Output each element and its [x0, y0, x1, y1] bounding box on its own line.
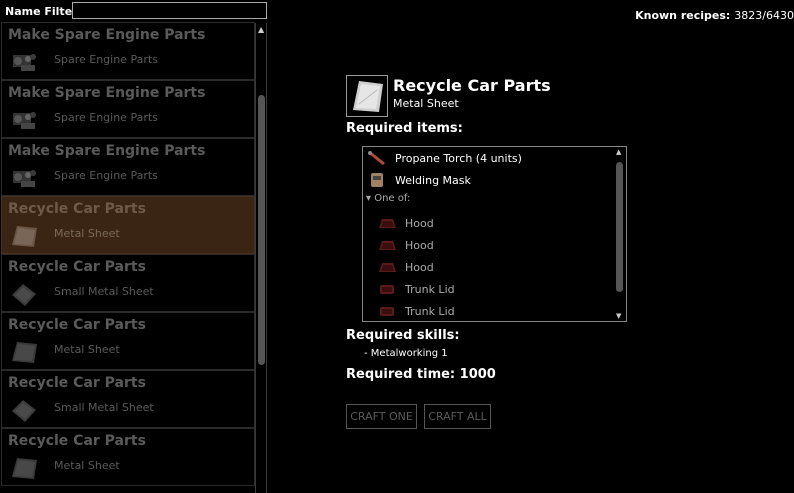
scroll-thumb[interactable] — [258, 95, 265, 365]
small-metal-sheet-icon — [12, 400, 36, 422]
result-item-icon-box — [346, 75, 388, 117]
hood-icon — [379, 263, 396, 272]
recipe-detail-title: Recycle Car Parts — [393, 76, 551, 95]
recipe-result: Small Metal Sheet — [54, 285, 154, 298]
required-items-list: Propane Torch (4 units) Welding Mask ▾ O… — [362, 146, 627, 322]
one-of-item: Hood — [377, 213, 434, 233]
scroll-down-arrow-icon[interactable]: ▼ — [616, 312, 621, 320]
recipe-result: Spare Engine Parts — [54, 169, 158, 182]
required-items-scrollbar[interactable]: ▲ ▼ — [615, 148, 625, 320]
one-of-item-label: Hood — [405, 216, 434, 230]
trunk-lid-icon — [380, 285, 394, 294]
recipe-item-selected[interactable]: Recycle Car Parts Metal Sheet — [1, 196, 255, 254]
recipe-result: Metal Sheet — [54, 459, 120, 472]
recipe-title: Make Spare Engine Parts — [8, 27, 206, 43]
one-of-item: Trunk Lid — [377, 279, 455, 299]
recipe-title: Recycle Car Parts — [8, 317, 146, 333]
hood-icon — [379, 241, 396, 250]
recipe-title: Make Spare Engine Parts — [8, 143, 206, 159]
required-skill: - Metalworking 1 — [364, 348, 448, 359]
required-item-label: Propane Torch (4 units) — [395, 151, 522, 165]
hood-icon — [379, 219, 396, 228]
required-item-label: Welding Mask — [395, 173, 471, 187]
recipe-result: Metal Sheet — [54, 343, 120, 356]
known-recipes-label: Known recipes: — [635, 9, 731, 22]
known-recipes: Known recipes: 3823/6430 — [635, 9, 794, 22]
recipe-title: Recycle Car Parts — [8, 259, 146, 275]
name-filter-label: Name Filter: — [5, 4, 82, 18]
small-metal-sheet-icon — [12, 284, 36, 306]
engine-parts-icon — [13, 112, 36, 129]
recipe-item[interactable]: Make Spare Engine Parts Spare Engine Par… — [1, 138, 255, 196]
metal-sheet-icon — [12, 342, 37, 363]
one-of-item-label: Trunk Lid — [405, 282, 455, 296]
engine-parts-icon — [13, 54, 36, 71]
recipe-title: Recycle Car Parts — [8, 375, 146, 391]
one-of-item-label: Hood — [405, 238, 434, 252]
recipe-item[interactable]: Make Spare Engine Parts Spare Engine Par… — [1, 80, 255, 138]
recipe-item[interactable]: Recycle Car Parts Small Metal Sheet — [1, 254, 255, 312]
required-items-heading: Required items: — [346, 121, 463, 136]
trunk-lid-icon — [380, 307, 394, 316]
recipe-result: Metal Sheet — [54, 227, 120, 240]
propane-torch-icon — [368, 150, 385, 166]
one-of-item-label: Trunk Lid — [405, 304, 455, 318]
one-of-item: Trunk Lid — [377, 301, 455, 321]
recipe-title: Make Spare Engine Parts — [8, 85, 206, 101]
recipe-item[interactable]: Recycle Car Parts Metal Sheet — [1, 312, 255, 370]
required-time: Required time: 1000 — [346, 367, 496, 382]
recipe-list-scrollbar[interactable]: ▲ — [255, 23, 267, 493]
recipe-result: Spare Engine Parts — [54, 111, 158, 124]
one-of-item: Hood — [377, 257, 434, 277]
one-of-label[interactable]: ▾ One of: — [366, 193, 410, 204]
required-item: Propane Torch (4 units) — [367, 148, 522, 168]
required-item: Welding Mask — [367, 170, 471, 190]
welding-mask-icon — [371, 173, 383, 187]
scroll-up-arrow-icon[interactable]: ▲ — [616, 148, 621, 156]
recipe-item[interactable]: Recycle Car Parts Small Metal Sheet — [1, 370, 255, 428]
recipe-result: Small Metal Sheet — [54, 401, 154, 414]
craft-all-button[interactable]: CRAFT ALL — [424, 404, 491, 429]
recipe-list: Make Spare Engine Parts Spare Engine Par… — [1, 22, 255, 493]
metal-sheet-icon — [12, 458, 37, 479]
scroll-thumb[interactable] — [616, 162, 623, 292]
craft-one-button[interactable]: CRAFT ONE — [346, 404, 417, 429]
metal-sheet-icon — [12, 226, 37, 247]
recipe-item[interactable]: Make Spare Engine Parts Spare Engine Par… — [1, 22, 255, 80]
recipe-title: Recycle Car Parts — [8, 201, 146, 217]
engine-parts-icon — [13, 170, 36, 187]
scroll-up-arrow-icon[interactable]: ▲ — [258, 25, 264, 34]
one-of-item-label: Hood — [405, 260, 434, 274]
one-of-text: One of: — [374, 193, 411, 204]
recipe-detail-result: Metal Sheet — [393, 97, 459, 110]
required-skills-heading: Required skills: — [346, 328, 460, 343]
recipe-item[interactable]: Recycle Car Parts Metal Sheet — [1, 428, 255, 486]
name-filter-input[interactable] — [72, 2, 267, 19]
one-of-item: Hood — [377, 235, 434, 255]
recipe-title: Recycle Car Parts — [8, 433, 146, 449]
recipe-result: Spare Engine Parts — [54, 53, 158, 66]
known-recipes-value: 3823/6430 — [734, 9, 794, 22]
metal-sheet-icon — [353, 81, 383, 112]
